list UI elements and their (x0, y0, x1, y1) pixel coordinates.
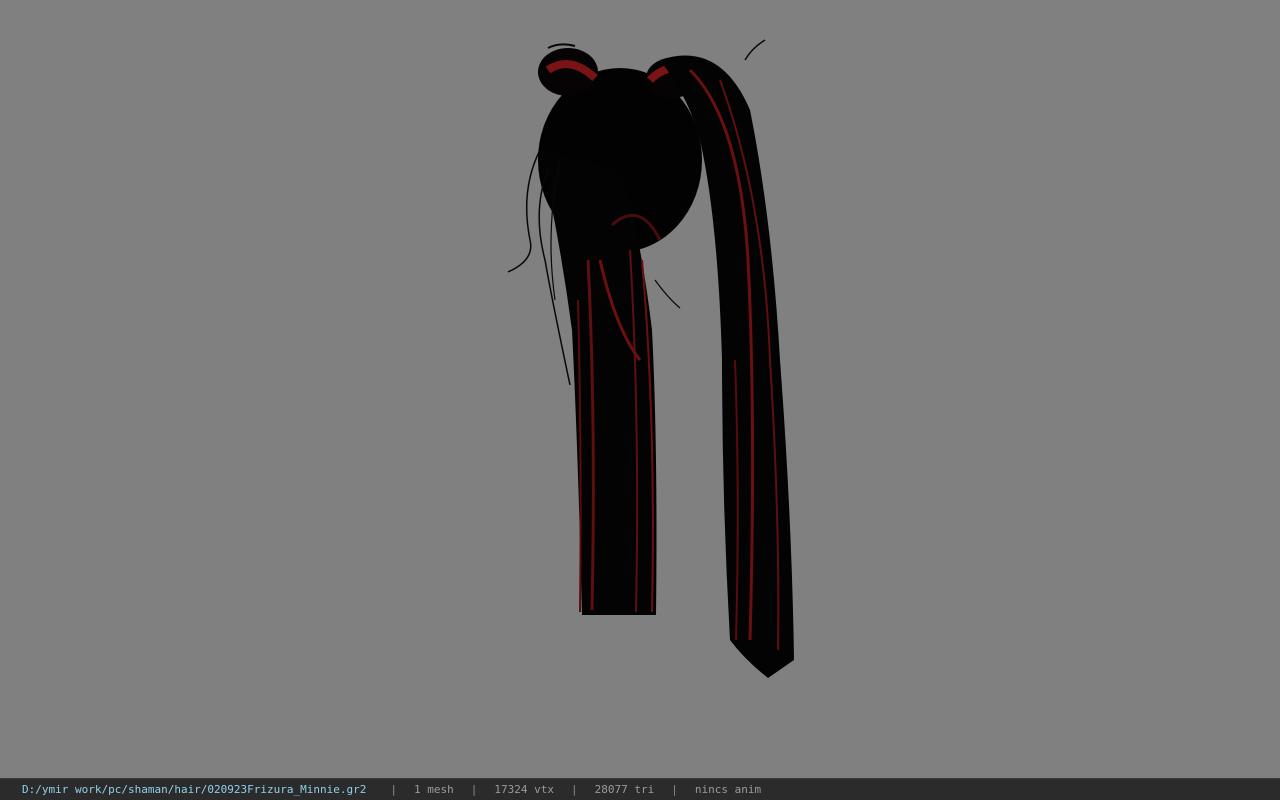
file-path-label: D:/ymir work/pc/shaman/hair/020923Frizur… (22, 783, 367, 796)
status-separator: | (390, 783, 397, 796)
status-separator: | (671, 783, 678, 796)
mesh-count-label: 1 mesh (414, 783, 454, 796)
hair-model-render (507, 39, 794, 679)
animation-status-label: nincs anim (694, 783, 762, 796)
triangle-count-label: 28077 tri (594, 783, 655, 796)
status-separator: | (470, 783, 478, 796)
vertex-count-label: 17324 vtx (494, 783, 554, 796)
3d-viewport[interactable] (0, 0, 1280, 778)
status-separator: | (570, 783, 578, 796)
status-bar: D:/ymir work/pc/shaman/hair/020923Frizur… (0, 778, 1280, 800)
